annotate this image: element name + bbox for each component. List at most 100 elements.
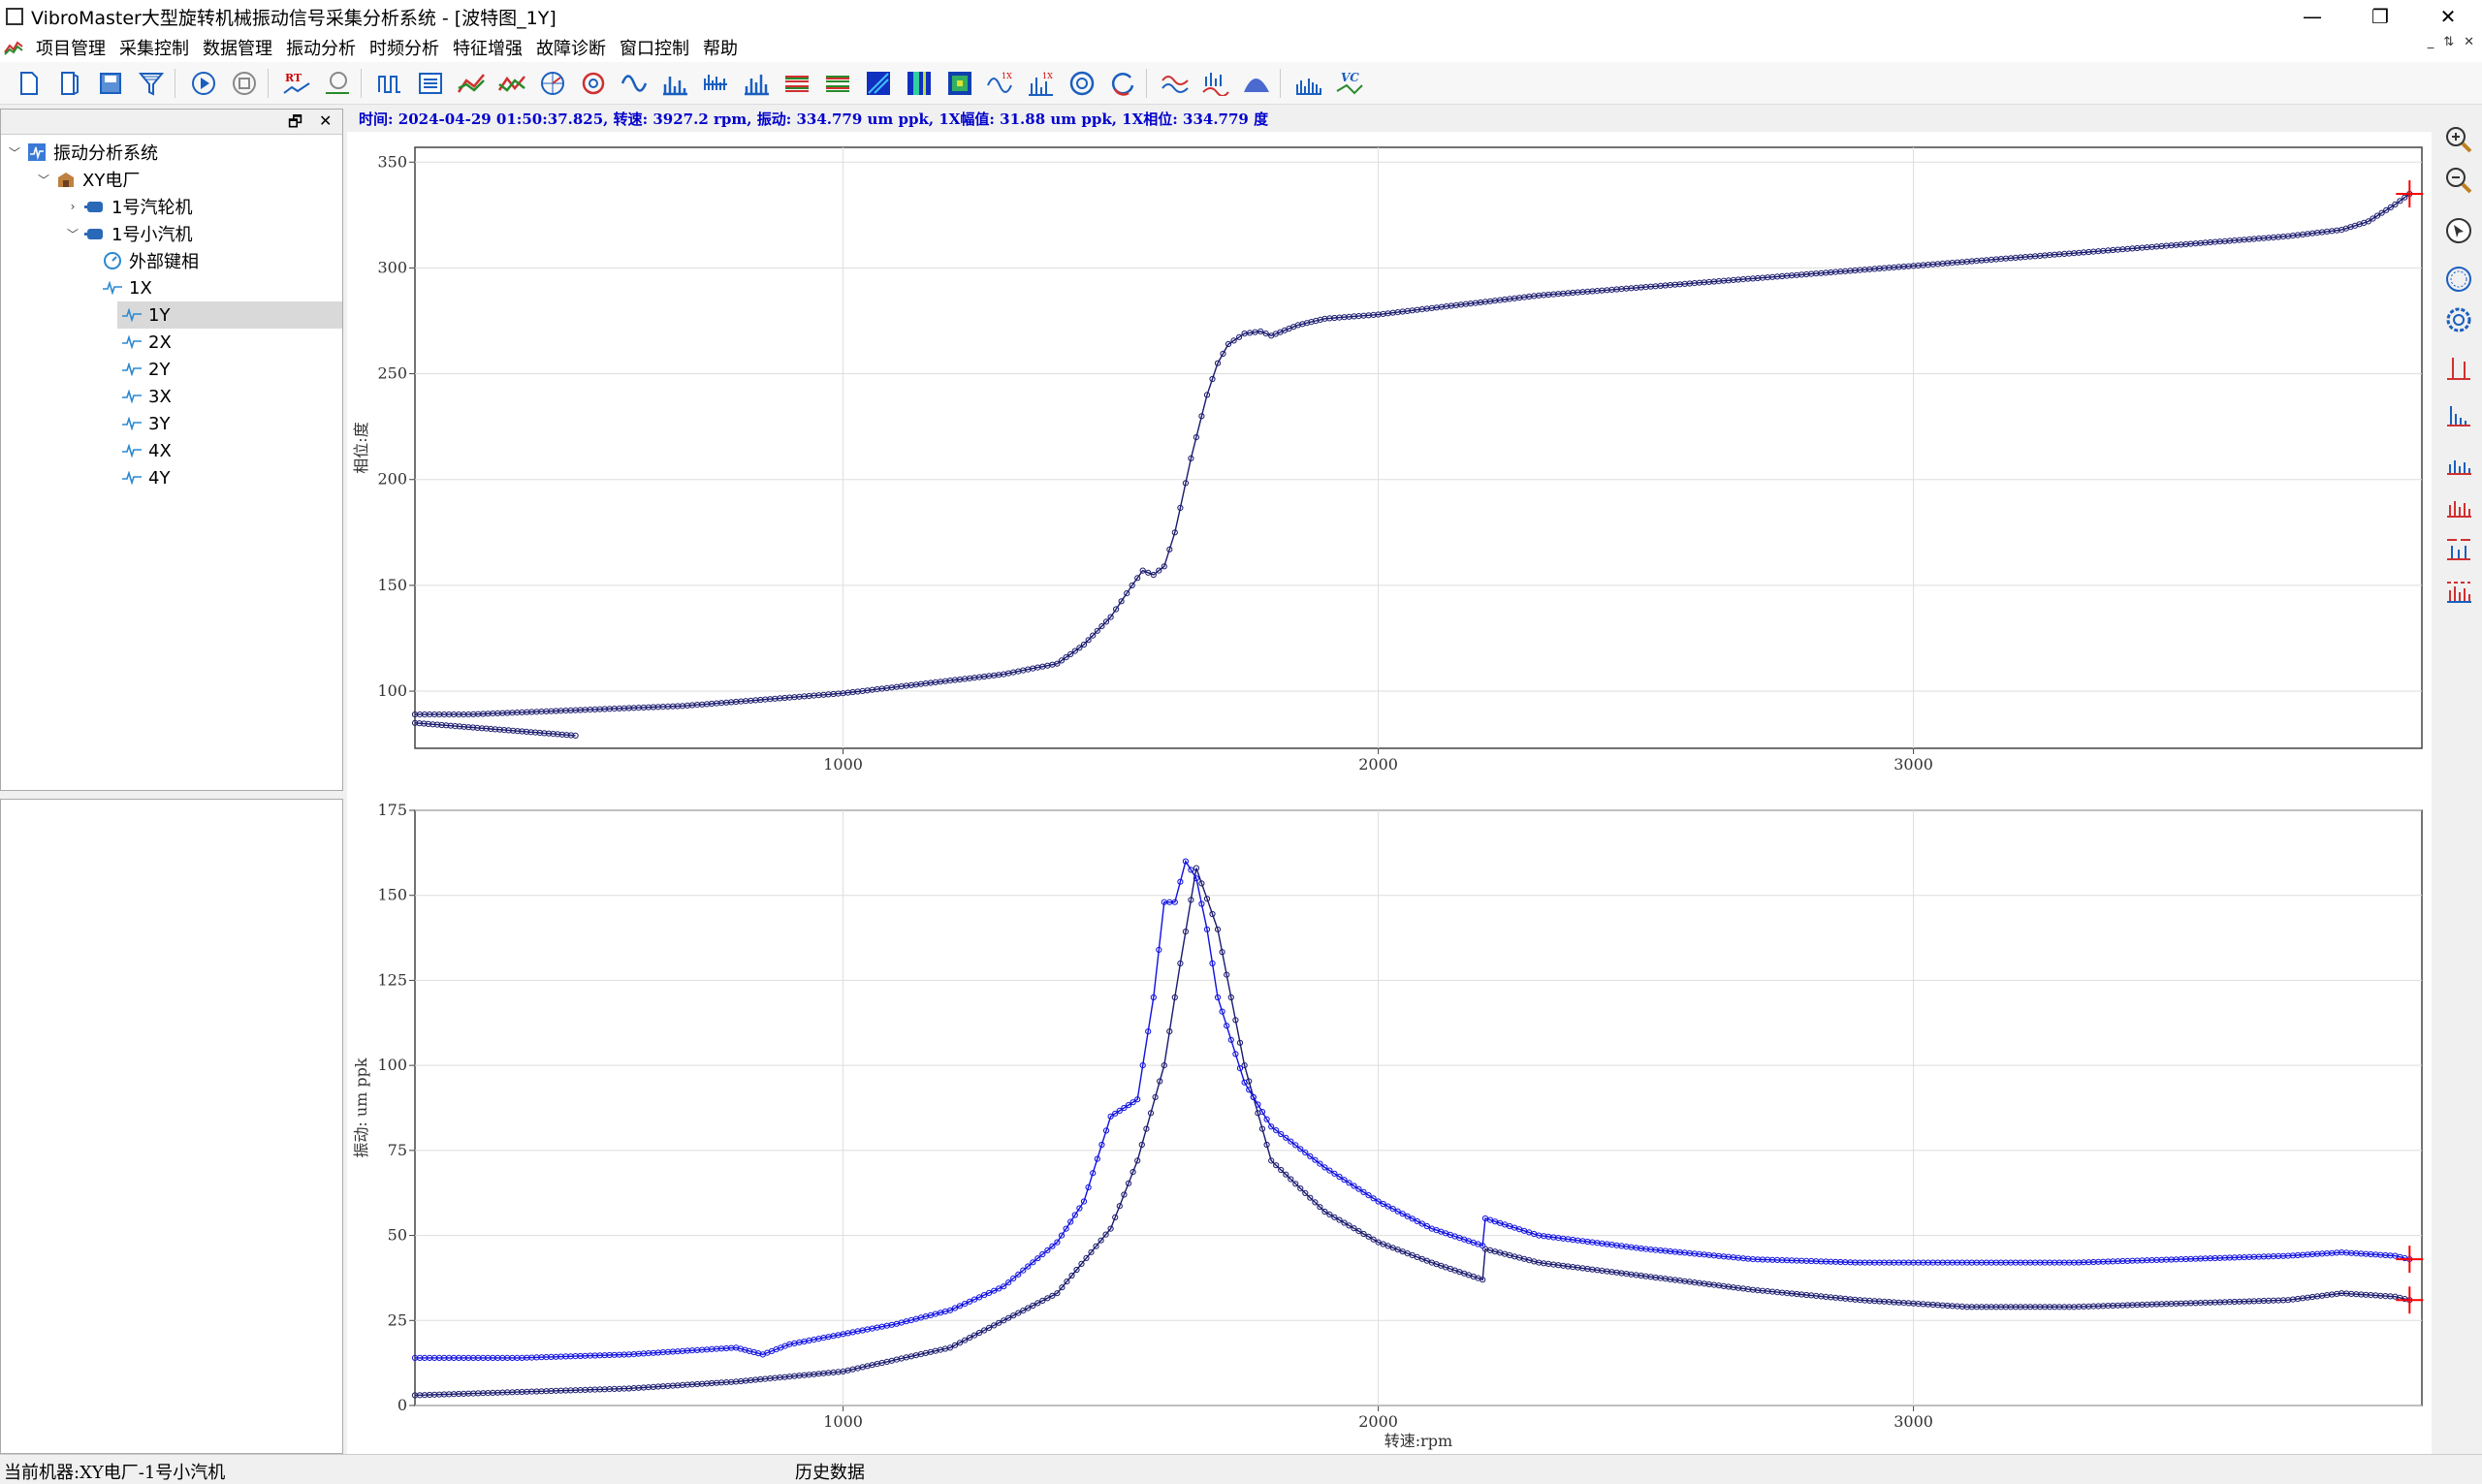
histogram-icon[interactable] xyxy=(1291,66,1326,101)
refresh-icon[interactable] xyxy=(1105,66,1140,101)
waveform-icon[interactable] xyxy=(372,66,407,101)
ring-icon[interactable] xyxy=(2441,262,2476,297)
bode-plot-area[interactable]: 1000 2000 3000 100 150 200 250 300 350 相位:度 1000 20… xyxy=(347,132,2432,1454)
spectrum-icon[interactable] xyxy=(657,66,692,101)
tree-channel-3y[interactable]: 3Y xyxy=(117,410,170,437)
multi-peak-cursor-icon[interactable] xyxy=(2441,574,2476,609)
mdi-minimize-button[interactable]: _ xyxy=(2428,35,2434,49)
chevron-down-icon[interactable]: ﹀ xyxy=(7,144,22,161)
trend2-icon[interactable] xyxy=(494,66,529,101)
band-cursor-icon[interactable] xyxy=(2441,446,2476,481)
chevron-down-icon[interactable]: ﹀ xyxy=(36,172,51,188)
tree-keyphasor[interactable]: 外部键相 xyxy=(98,247,199,274)
channel-label: 4X xyxy=(148,440,172,461)
tree-machine-label: 1号小汽机 xyxy=(111,225,193,245)
filter-icon[interactable] xyxy=(134,66,169,101)
tree-machine-small-turbine[interactable]: ﹀ 1号小汽机 xyxy=(65,220,192,247)
menu-project[interactable]: 项目管理 xyxy=(29,35,112,60)
chevron-down-icon[interactable]: ﹀ xyxy=(65,226,80,242)
menu-bar: 项目管理 采集控制 数据管理 振动分析 时频分析 特征增强 故障诊断 窗口控制 … xyxy=(0,33,2482,62)
tree-root[interactable]: ﹀ 振动分析系统 xyxy=(7,139,158,166)
save-icon[interactable] xyxy=(93,66,128,101)
mdi-restore-button[interactable]: ⇅ xyxy=(2443,35,2454,49)
polar-icon[interactable] xyxy=(535,66,570,101)
realtime-icon[interactable]: RT xyxy=(279,66,314,101)
open-file-icon[interactable] xyxy=(52,66,87,101)
y-tick-label: 350 xyxy=(377,152,407,171)
menu-feature[interactable]: 特征增强 xyxy=(446,35,529,60)
tree-channel-2y[interactable]: 2Y xyxy=(117,356,170,383)
restore-button[interactable]: ❐ xyxy=(2346,0,2414,33)
stop-icon[interactable] xyxy=(227,66,262,101)
circle-icon[interactable] xyxy=(1065,66,1099,101)
tree-channel-3x[interactable]: 3X xyxy=(117,383,172,410)
tree-channel-1x[interactable]: 1X xyxy=(98,274,321,301)
cascade-icon[interactable] xyxy=(698,66,733,101)
vc-icon[interactable]: VC xyxy=(1332,66,1367,101)
y-tick-label: 175 xyxy=(377,801,407,819)
toolbar: RT 1X 1X VC xyxy=(0,62,2482,105)
single-cursor-icon[interactable] xyxy=(2441,351,2476,386)
bode-plot-svg[interactable]: 1000 2000 3000100150200250300350相位:度1000 20… xyxy=(347,132,2432,1454)
1x-spectrum-icon[interactable]: 1X xyxy=(1024,66,1059,101)
menu-window[interactable]: 窗口控制 xyxy=(613,35,696,60)
toolbar-separator xyxy=(268,68,271,98)
pointer-icon[interactable] xyxy=(2441,213,2476,248)
x-tick-label: 1000 xyxy=(823,1412,863,1431)
float-pane-button[interactable]: 🗗 xyxy=(288,111,302,138)
spectrogram-icon[interactable] xyxy=(861,66,896,101)
y-tick-label: 250 xyxy=(377,364,407,383)
waterfall-icon[interactable] xyxy=(780,66,814,101)
orbit-icon[interactable] xyxy=(576,66,611,101)
y-tick-label: 50 xyxy=(388,1226,407,1245)
mdi-close-button[interactable]: ✕ xyxy=(2464,35,2474,49)
tree-channel-4y[interactable]: 4Y xyxy=(117,464,170,491)
menu-data[interactable]: 数据管理 xyxy=(196,35,279,60)
envelope-icon[interactable] xyxy=(1239,66,1274,101)
channel-label: 1Y xyxy=(148,304,171,326)
spectrogram3-icon[interactable] xyxy=(942,66,977,101)
sideband-cursor-icon[interactable] xyxy=(2441,489,2476,523)
sine-icon[interactable] xyxy=(617,66,652,101)
chart-panel-amplitude: 1000 2000 3000 0 25 50 75 100 125 150 175 振动: um pp… xyxy=(352,801,2424,1450)
close-button[interactable]: ✕ xyxy=(2414,0,2482,33)
tree-channel-2x[interactable]: 2X xyxy=(117,329,172,356)
signal-icon xyxy=(121,387,143,406)
1x-wave-icon[interactable]: 1X xyxy=(983,66,1018,101)
y-tick-label: 100 xyxy=(377,1056,407,1074)
gauge-icon xyxy=(102,251,123,270)
tree-channel-4x[interactable]: 4X xyxy=(117,437,172,464)
tree-channel-1y[interactable]: 1Y xyxy=(117,301,342,329)
minimize-button[interactable]: — xyxy=(2278,0,2346,33)
close-pane-button[interactable]: ✕ xyxy=(319,111,332,130)
menu-diagnosis[interactable]: 故障诊断 xyxy=(529,35,613,60)
peak-cursor-icon[interactable] xyxy=(2441,531,2476,566)
waterfall2-icon[interactable] xyxy=(820,66,855,101)
gear-icon[interactable] xyxy=(2441,302,2476,337)
menu-time-frequency[interactable]: 时频分析 xyxy=(363,35,446,60)
spectrum-compare-icon[interactable] xyxy=(1198,66,1233,101)
menu-help[interactable]: 帮助 xyxy=(696,35,745,60)
app-logo-icon xyxy=(4,41,23,55)
timer-icon[interactable] xyxy=(320,66,355,101)
trend-icon[interactable] xyxy=(454,66,489,101)
wave-compare-icon[interactable] xyxy=(1158,66,1193,101)
zoom-out-icon[interactable] xyxy=(2441,163,2476,198)
list-icon[interactable] xyxy=(413,66,448,101)
plot-frame xyxy=(414,809,2423,1406)
zoom-in-icon[interactable] xyxy=(2441,122,2476,157)
tree-machine-turbine[interactable]: › 1号汽轮机 xyxy=(65,193,193,220)
tree-machine-label: 1号汽轮机 xyxy=(111,198,193,218)
menu-vibration[interactable]: 振动分析 xyxy=(279,35,363,60)
current-machine-status: 当前机器:XY电厂-1号小汽机 xyxy=(4,1463,226,1483)
harmonic-cursor-icon[interactable] xyxy=(2441,397,2476,432)
new-file-icon[interactable] xyxy=(12,66,47,101)
play-icon[interactable] xyxy=(186,66,221,101)
menu-acquisition[interactable]: 采集控制 xyxy=(112,35,196,60)
tree-plant[interactable]: ﹀ XY电厂 xyxy=(36,166,140,193)
y-tick-label: 0 xyxy=(398,1396,407,1414)
window-title: VibroMaster大型旋转机械振动信号采集分析系统 - [波特图_1Y] xyxy=(31,7,557,29)
spectrogram2-icon[interactable] xyxy=(902,66,937,101)
chevron-right-icon[interactable]: › xyxy=(65,200,80,213)
bar-spectrum-icon[interactable] xyxy=(739,66,774,101)
